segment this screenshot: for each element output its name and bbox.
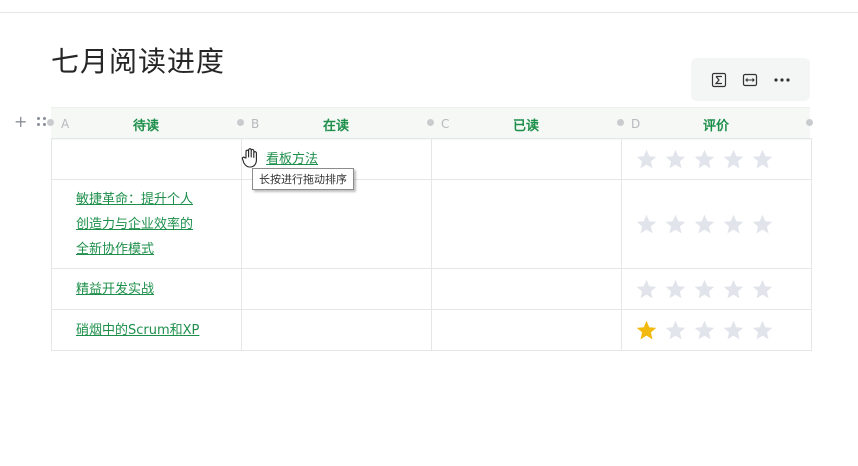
table-row: 精益开发实战: [51, 268, 812, 310]
star-empty-icon[interactable]: [664, 148, 687, 171]
hand-cursor-icon: [241, 148, 257, 168]
book-link[interactable]: 看板方法: [266, 152, 318, 167]
table-cell[interactable]: [51, 138, 242, 180]
add-row-icon[interactable]: +: [14, 114, 27, 130]
table-cell[interactable]: [241, 268, 432, 310]
star-rating[interactable]: [622, 148, 811, 171]
page-title: 七月阅读进度: [51, 45, 226, 78]
more-button[interactable]: [770, 68, 794, 92]
column-header-c[interactable]: C 已读: [431, 108, 621, 140]
column-title: 待读: [132, 118, 159, 134]
column-width-icon: [743, 73, 758, 86]
star-rating[interactable]: [622, 319, 811, 342]
more-icon: [774, 77, 790, 82]
table-cell[interactable]: 精益开发实战: [51, 268, 242, 310]
star-rating[interactable]: [622, 278, 811, 301]
column-header-d[interactable]: D 评价: [621, 108, 811, 140]
star-empty-icon[interactable]: [664, 278, 687, 301]
column-letter: D: [631, 117, 641, 131]
column-letter: A: [61, 117, 70, 131]
star-empty-icon[interactable]: [693, 213, 716, 236]
star-empty-icon[interactable]: [751, 319, 774, 342]
star-empty-icon[interactable]: [751, 148, 774, 171]
star-empty-icon[interactable]: [635, 148, 658, 171]
rating-cell[interactable]: [621, 179, 812, 269]
column-title: 评价: [702, 118, 729, 134]
row-tools: +: [14, 114, 47, 130]
column-title: 已读: [512, 118, 539, 134]
star-empty-icon[interactable]: [722, 278, 745, 301]
star-empty-icon[interactable]: [693, 148, 716, 171]
table-cell[interactable]: [431, 138, 622, 180]
column-header-a[interactable]: A 待读: [51, 108, 241, 140]
table-row: 敏捷革命：提升个人 创造力与企业效率的 全新协作模式: [51, 179, 812, 269]
rating-cell[interactable]: [621, 309, 812, 351]
rating-cell[interactable]: [621, 138, 812, 180]
star-empty-icon[interactable]: [751, 278, 774, 301]
table-header: A 待读 B 在读 C 已读 D 评价: [47, 107, 813, 140]
star-empty-icon[interactable]: [693, 278, 716, 301]
table-cell[interactable]: [241, 309, 432, 351]
book-link[interactable]: 敏捷革命：提升个人 创造力与企业效率的 全新协作模式: [76, 187, 241, 262]
column-resize-dot[interactable]: [806, 119, 813, 126]
star-empty-icon[interactable]: [722, 213, 745, 236]
table-cell[interactable]: [431, 309, 622, 351]
formula-button[interactable]: [707, 68, 731, 92]
column-width-button[interactable]: [738, 68, 762, 92]
table-cell[interactable]: [241, 179, 432, 269]
column-title: 在读: [322, 118, 349, 134]
star-empty-icon[interactable]: [635, 278, 658, 301]
formula-icon: [711, 72, 726, 87]
book-link[interactable]: 精益开发实战: [76, 282, 154, 297]
table-cell[interactable]: 硝烟中的Scrum和XP: [51, 309, 242, 351]
book-link[interactable]: 硝烟中的Scrum和XP: [76, 323, 199, 338]
column-letter: B: [251, 117, 260, 131]
star-rating[interactable]: [622, 213, 811, 236]
star-empty-icon[interactable]: [635, 213, 658, 236]
star-empty-icon[interactable]: [722, 148, 745, 171]
table-cell[interactable]: [431, 268, 622, 310]
column-header-b[interactable]: B 在读: [241, 108, 431, 140]
top-divider: [0, 12, 858, 13]
table-row: 硝烟中的Scrum和XP: [51, 309, 812, 351]
star-empty-icon[interactable]: [693, 319, 716, 342]
star-filled-icon[interactable]: [635, 319, 658, 342]
star-empty-icon[interactable]: [664, 213, 687, 236]
table-toolbar: [691, 58, 810, 101]
table-cell[interactable]: [431, 179, 622, 269]
table-cell[interactable]: 敏捷革命：提升个人 创造力与企业效率的 全新协作模式: [51, 179, 242, 269]
star-empty-icon[interactable]: [722, 319, 745, 342]
drag-sort-tooltip: 长按进行拖动排序: [252, 168, 354, 190]
star-empty-icon[interactable]: [664, 319, 687, 342]
reading-table: 看板方法 敏捷革命：提升个人 创造力与企业效率的 全新协作模式 精益开发实战 硝…: [51, 138, 812, 351]
book-link-line[interactable]: 敏捷革命：提升个人: [76, 187, 241, 212]
table-row: 看板方法: [51, 138, 812, 180]
book-link-line[interactable]: 全新协作模式: [76, 237, 241, 262]
book-link-line[interactable]: 创造力与企业效率的: [76, 212, 241, 237]
column-letter: C: [441, 117, 450, 131]
drag-handle-icon[interactable]: [37, 117, 47, 127]
rating-cell[interactable]: [621, 268, 812, 310]
star-empty-icon[interactable]: [751, 213, 774, 236]
